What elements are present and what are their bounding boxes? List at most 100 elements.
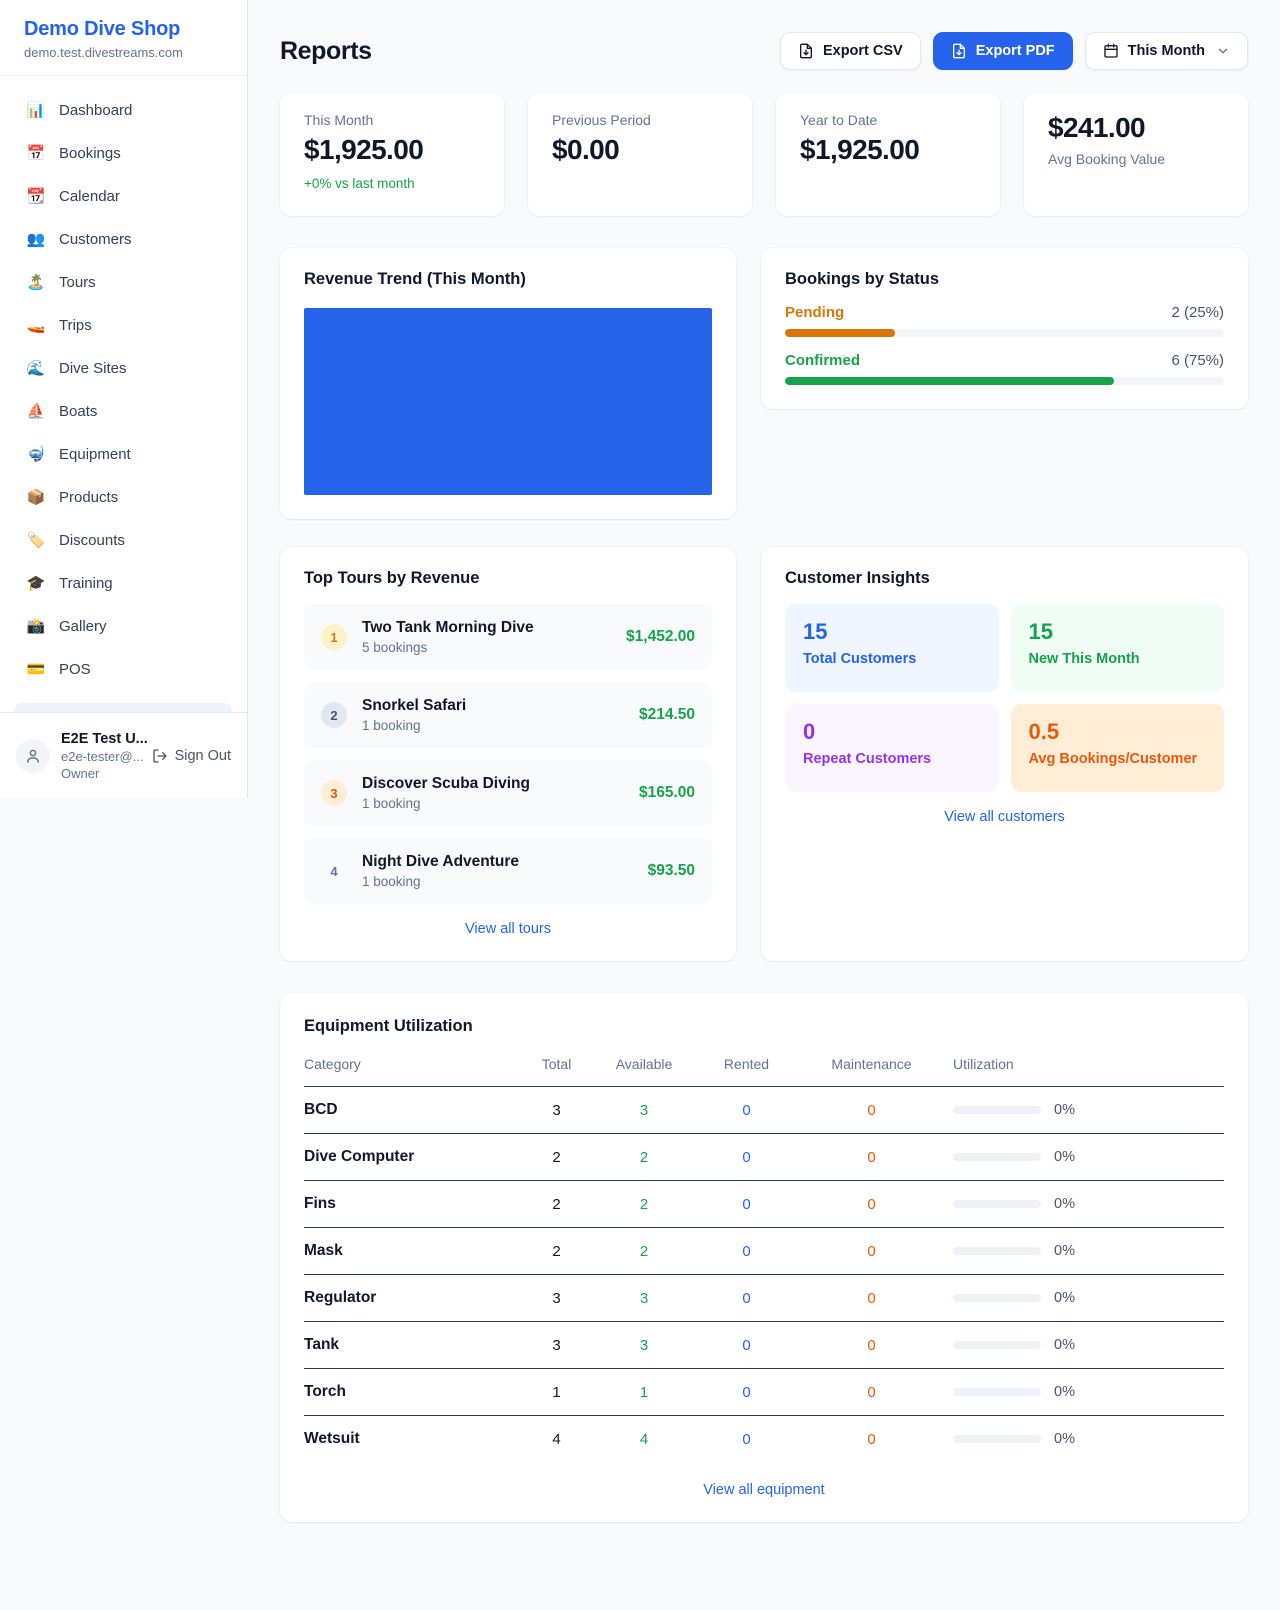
equipment-rented: 0 [689, 1149, 804, 1166]
sidebar-item-icon: 📸 [26, 619, 46, 634]
utilization-track [953, 1153, 1041, 1161]
tour-list: 1 Two Tank Morning Dive 5 bookings $1,45… [304, 604, 712, 904]
sidebar-item[interactable]: 🏷️ Discounts [14, 521, 233, 559]
equipment-category: BCD [304, 1101, 514, 1119]
sidebar-item[interactable]: 💳 POS [14, 650, 233, 688]
view-all-tours-link[interactable]: View all tours [304, 921, 712, 937]
equipment-utilization-card: Equipment Utilization Category Total Ava… [280, 993, 1248, 1522]
file-download-icon [798, 43, 814, 59]
utilization-track [953, 1341, 1041, 1349]
stat-card-previous-period: Previous Period $0.00 [528, 93, 752, 216]
equipment-available: 2 [599, 1149, 689, 1166]
sidebar-item-label: Training [59, 575, 113, 592]
tour-list-item: 1 Two Tank Morning Dive 5 bookings $1,45… [304, 604, 712, 670]
tour-name: Night Dive Adventure [362, 853, 633, 871]
sidebar-item-label: Products [59, 489, 118, 506]
sidebar-item-icon: 🚤 [26, 318, 46, 333]
rank-badge: 4 [321, 858, 347, 884]
stat-value: $241.00 [1048, 112, 1224, 144]
sidebar-item[interactable]: ⛵ Boats [14, 392, 233, 430]
sidebar-item-icon: 🎓 [26, 576, 46, 591]
rank-badge: 2 [321, 702, 347, 728]
equipment-maintenance: 0 [804, 1337, 939, 1354]
sidebar-item-active-partial[interactable] [14, 703, 232, 712]
sidebar-item[interactable]: 📆 Calendar [14, 177, 233, 215]
logout-icon [152, 748, 168, 764]
brand: Demo Dive Shop demo.test.divestreams.com [0, 0, 247, 76]
export-pdf-button[interactable]: Export PDF [933, 32, 1073, 70]
equipment-category: Regulator [304, 1289, 514, 1307]
chevron-down-icon [1216, 44, 1230, 58]
sidebar-item[interactable]: 👥 Customers [14, 220, 233, 258]
sidebar-item[interactable]: 🎓 Training [14, 564, 233, 602]
bookings-by-status-card: Bookings by Status Pending 2 (25%) [761, 248, 1248, 409]
charts-row: Revenue Trend (This Month) Bookings by S… [280, 248, 1248, 519]
revenue-trend-title: Revenue Trend (This Month) [304, 270, 712, 289]
equipment-total: 1 [514, 1384, 599, 1401]
tour-bookings: 1 booking [362, 874, 633, 889]
sidebar-item-label: Trips [59, 317, 92, 334]
sidebar-item[interactable]: 🏝️ Tours [14, 263, 233, 301]
utilization-track [953, 1247, 1041, 1255]
user-icon [24, 747, 42, 765]
top-tours-title: Top Tours by Revenue [304, 569, 712, 588]
tour-revenue: $1,452.00 [626, 628, 695, 646]
revenue-trend-card: Revenue Trend (This Month) [280, 248, 736, 519]
utilization-percent: 0% [1054, 1196, 1075, 1212]
insight-label: Repeat Customers [803, 751, 981, 767]
stat-label: Avg Booking Value [1048, 151, 1224, 167]
shop-domain: demo.test.divestreams.com [24, 45, 223, 60]
equipment-category: Dive Computer [304, 1148, 514, 1166]
sidebar-item[interactable]: 📅 Bookings [14, 134, 233, 172]
equipment-total: 3 [514, 1102, 599, 1119]
utilization-track [953, 1435, 1041, 1443]
sidebar-item-icon: 📅 [26, 146, 46, 161]
equipment-available: 3 [599, 1102, 689, 1119]
insight-label: Total Customers [803, 651, 981, 667]
export-csv-button[interactable]: Export CSV [780, 32, 921, 70]
status-row: Pending 2 (25%) [785, 304, 1224, 337]
equipment-table-header: Category Total Available Rented Maintena… [304, 1050, 1224, 1087]
insight-value: 15 [803, 619, 981, 645]
period-select[interactable]: This Month [1085, 32, 1248, 70]
equipment-maintenance: 0 [804, 1196, 939, 1213]
sidebar-item-label: Calendar [59, 188, 120, 205]
sidebar-item[interactable]: 📦 Products [14, 478, 233, 516]
sidebar-item[interactable]: 📊 Dashboard [14, 91, 233, 129]
bookings-by-status-title: Bookings by Status [785, 270, 1224, 289]
sidebar-item-icon: 📦 [26, 490, 46, 505]
utilization-percent: 0% [1054, 1149, 1075, 1165]
sidebar-item[interactable]: 🤿 Equipment [14, 435, 233, 473]
equipment-total: 2 [514, 1196, 599, 1213]
page-header: Reports Export CSV Export PDF This Month [280, 32, 1248, 70]
user-info: E2E Test U... e2e-tester@... Owner [61, 731, 141, 781]
equipment-total: 2 [514, 1243, 599, 1260]
view-all-customers-link[interactable]: View all customers [785, 809, 1224, 825]
equipment-rented: 0 [689, 1384, 804, 1401]
sidebar-item-label: Boats [59, 403, 97, 420]
table-row: Tank 3 3 0 0 0% [304, 1322, 1224, 1369]
customer-insights-card: Customer Insights 15 Total Customers 15 … [761, 547, 1248, 961]
tour-list-item: 4 Night Dive Adventure 1 booking $93.50 [304, 838, 712, 904]
sidebar-item-label: Tours [59, 274, 96, 291]
column-header-available: Available [599, 1056, 689, 1072]
sidebar-item-label: Dive Sites [59, 360, 127, 377]
sidebar-item-icon: 🏷️ [26, 533, 46, 548]
sign-out-button[interactable]: Sign Out [152, 748, 231, 764]
sidebar-item[interactable]: 🌊 Dive Sites [14, 349, 233, 387]
table-row: BCD 3 3 0 0 0% [304, 1087, 1224, 1134]
stat-value: $1,925.00 [304, 134, 480, 166]
equipment-available: 4 [599, 1431, 689, 1448]
equipment-maintenance: 0 [804, 1149, 939, 1166]
sidebar-item[interactable]: 🚤 Trips [14, 306, 233, 344]
sidebar-item[interactable]: 📸 Gallery [14, 607, 233, 645]
export-pdf-label: Export PDF [976, 43, 1055, 59]
insight-tile: 0 Repeat Customers [785, 704, 999, 792]
view-all-equipment-link[interactable]: View all equipment [304, 1482, 1224, 1498]
stat-cards: This Month $1,925.00 +0% vs last month P… [280, 93, 1248, 216]
table-row: Regulator 3 3 0 0 0% [304, 1275, 1224, 1322]
insight-label: New This Month [1029, 651, 1207, 667]
equipment-available: 3 [599, 1337, 689, 1354]
insights-row: Top Tours by Revenue 1 Two Tank Morning … [280, 547, 1248, 961]
equipment-total: 4 [514, 1431, 599, 1448]
